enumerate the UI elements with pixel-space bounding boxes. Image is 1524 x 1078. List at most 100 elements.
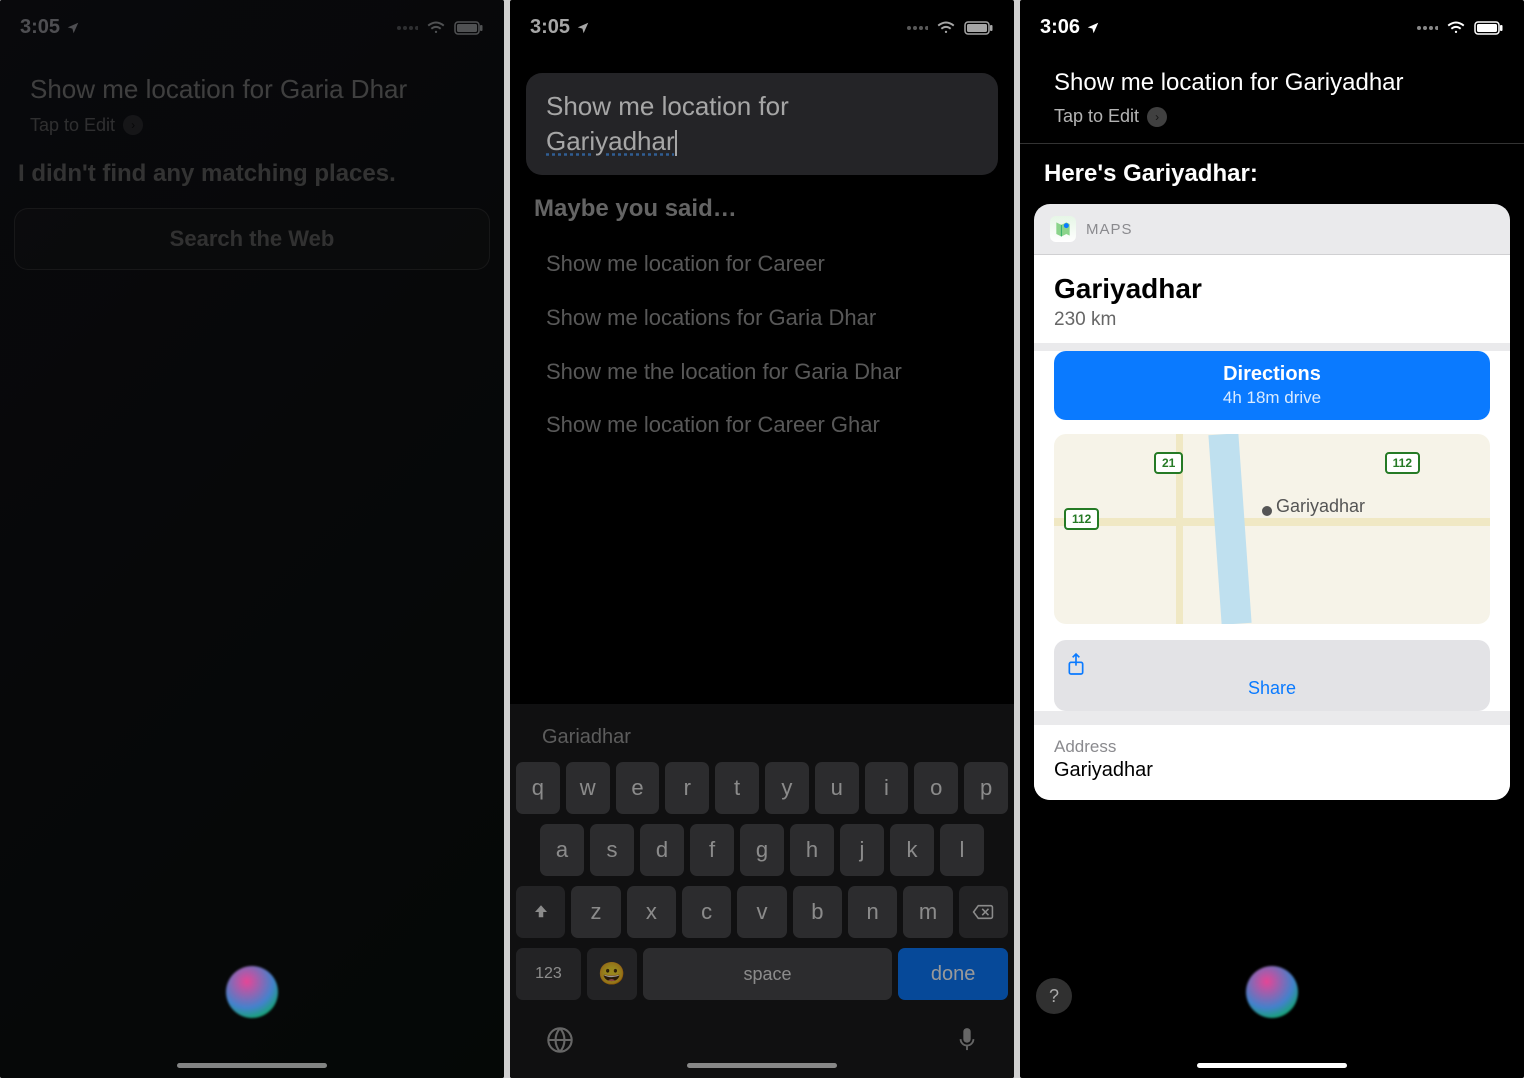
cellular-icon bbox=[1416, 22, 1438, 34]
key-l[interactable]: l bbox=[940, 824, 984, 876]
key-a[interactable]: a bbox=[540, 824, 584, 876]
key-k[interactable]: k bbox=[890, 824, 934, 876]
suggestions-list: Show me location for Career Show me loca… bbox=[510, 237, 1014, 452]
key-c[interactable]: c bbox=[682, 886, 731, 938]
key-t[interactable]: t bbox=[715, 762, 759, 814]
map-river bbox=[1209, 434, 1252, 624]
place-info: Gariyadhar 230 km bbox=[1034, 255, 1510, 343]
key-p[interactable]: p bbox=[964, 762, 1008, 814]
map-city-label: Gariyadhar bbox=[1276, 496, 1365, 517]
maps-app-icon bbox=[1050, 216, 1076, 242]
key-done[interactable]: done bbox=[898, 948, 1008, 1000]
key-emoji[interactable]: 😀 bbox=[587, 948, 637, 1000]
map-road bbox=[1054, 518, 1490, 526]
suggestion-item[interactable]: Show me location for Career Ghar bbox=[538, 398, 986, 452]
suggestion-item[interactable]: Show me location for Career bbox=[538, 237, 986, 291]
siri-screen-no-results: 3:05 Show me location for Garia Dhar Tap… bbox=[0, 0, 504, 1078]
drive-time: 4h 18m drive bbox=[1066, 388, 1478, 408]
maybe-you-said-label: Maybe you said… bbox=[510, 195, 1014, 237]
status-bar: 3:05 bbox=[510, 0, 1014, 55]
directions-button[interactable]: Directions 4h 18m drive bbox=[1054, 351, 1490, 420]
siri-query-text: Show me location for Garia Dhar bbox=[30, 73, 474, 107]
keyboard: Gariadhar q w e r t y u i o p a s d f g … bbox=[510, 704, 1014, 1078]
suggestion-item[interactable]: Show me locations for Garia Dhar bbox=[538, 291, 986, 345]
chevron-right-icon: › bbox=[1147, 107, 1167, 127]
key-n[interactable]: n bbox=[848, 886, 897, 938]
battery-icon bbox=[964, 21, 994, 35]
place-distance: 230 km bbox=[1054, 309, 1490, 331]
maps-card: MAPS Gariyadhar 230 km Directions 4h 18m… bbox=[1034, 204, 1510, 800]
help-button[interactable]: ? bbox=[1036, 978, 1072, 1014]
home-indicator[interactable] bbox=[1197, 1063, 1347, 1068]
edit-text-line2: Gariyadhar bbox=[546, 126, 675, 156]
directions-label: Directions bbox=[1066, 363, 1478, 386]
place-title: Gariyadhar bbox=[1054, 273, 1490, 305]
globe-icon[interactable] bbox=[546, 1026, 574, 1054]
key-123[interactable]: 123 bbox=[516, 948, 581, 1000]
map-pin bbox=[1262, 506, 1272, 516]
siri-screen-maps-result: 3:06 Show me location for Gariyadhar Tap… bbox=[1020, 0, 1524, 1078]
siri-query-block[interactable]: Show me location for Garia Dhar Tap to E… bbox=[0, 55, 504, 146]
tap-to-edit[interactable]: Tap to Edit › bbox=[1054, 106, 1490, 127]
key-w[interactable]: w bbox=[566, 762, 610, 814]
battery-icon bbox=[1474, 21, 1504, 35]
siri-edit-bubble[interactable]: Show me location for Gariyadhar bbox=[526, 73, 998, 175]
share-icon bbox=[1066, 652, 1478, 676]
key-u[interactable]: u bbox=[815, 762, 859, 814]
key-f[interactable]: f bbox=[690, 824, 734, 876]
microphone-icon[interactable] bbox=[956, 1026, 978, 1054]
cellular-icon bbox=[906, 22, 928, 34]
home-indicator[interactable] bbox=[177, 1063, 327, 1068]
status-time: 3:06 bbox=[1040, 16, 1080, 39]
home-indicator[interactable] bbox=[687, 1063, 837, 1068]
key-i[interactable]: i bbox=[865, 762, 909, 814]
route-shield: 21 bbox=[1154, 452, 1183, 474]
key-g[interactable]: g bbox=[740, 824, 784, 876]
key-h[interactable]: h bbox=[790, 824, 834, 876]
maps-card-header[interactable]: MAPS bbox=[1034, 204, 1510, 255]
siri-query-text: Show me location for Gariyadhar bbox=[1054, 67, 1490, 98]
siri-query-block[interactable]: Show me location for Gariyadhar Tap to E… bbox=[1020, 55, 1524, 133]
key-j[interactable]: j bbox=[840, 824, 884, 876]
share-label: Share bbox=[1248, 678, 1296, 698]
siri-screen-editing: 3:05 Show me location for Gariyadhar May… bbox=[510, 0, 1014, 1078]
route-shield: 112 bbox=[1064, 508, 1099, 530]
suggestion-item[interactable]: Show me the location for Garia Dhar bbox=[538, 345, 986, 399]
address-block: Address Gariyadhar bbox=[1034, 725, 1510, 800]
status-time: 3:05 bbox=[530, 16, 570, 39]
key-r[interactable]: r bbox=[665, 762, 709, 814]
map-preview[interactable]: 21 112 112 Gariyadhar bbox=[1054, 434, 1490, 624]
share-button[interactable]: Share bbox=[1054, 640, 1490, 711]
route-shield: 112 bbox=[1385, 452, 1420, 474]
key-o[interactable]: o bbox=[914, 762, 958, 814]
key-space[interactable]: space bbox=[643, 948, 892, 1000]
key-v[interactable]: v bbox=[737, 886, 786, 938]
wifi-icon bbox=[1446, 21, 1466, 35]
chevron-right-icon: › bbox=[123, 115, 143, 135]
siri-orb-icon[interactable] bbox=[226, 966, 278, 1018]
location-icon bbox=[576, 21, 590, 35]
key-x[interactable]: x bbox=[627, 886, 676, 938]
key-m[interactable]: m bbox=[903, 886, 952, 938]
autocomplete-bar[interactable]: Gariadhar bbox=[516, 712, 1008, 762]
siri-response-text: I didn't find any matching places. bbox=[0, 146, 504, 208]
location-icon bbox=[1086, 21, 1100, 35]
maps-label: MAPS bbox=[1086, 221, 1133, 238]
key-z[interactable]: z bbox=[571, 886, 620, 938]
key-shift[interactable] bbox=[516, 886, 565, 938]
key-q[interactable]: q bbox=[516, 762, 560, 814]
key-backspace[interactable] bbox=[959, 886, 1008, 938]
autocomplete-suggestion: Gariadhar bbox=[542, 726, 631, 749]
tap-to-edit[interactable]: Tap to Edit › bbox=[30, 115, 474, 136]
key-b[interactable]: b bbox=[793, 886, 842, 938]
address-value: Gariyadhar bbox=[1054, 759, 1490, 782]
key-y[interactable]: y bbox=[765, 762, 809, 814]
siri-orb-icon[interactable] bbox=[1246, 966, 1298, 1018]
text-cursor bbox=[675, 130, 677, 156]
key-d[interactable]: d bbox=[640, 824, 684, 876]
status-bar: 3:06 bbox=[1020, 0, 1524, 55]
key-e[interactable]: e bbox=[616, 762, 660, 814]
address-label: Address bbox=[1054, 737, 1490, 757]
key-s[interactable]: s bbox=[590, 824, 634, 876]
search-the-web-button[interactable]: Search the Web bbox=[14, 208, 490, 270]
